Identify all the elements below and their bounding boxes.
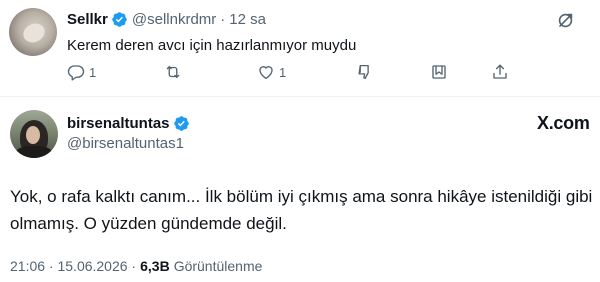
main-header: birsenaltuntas <box>67 113 190 133</box>
downvote-button[interactable] <box>355 63 373 81</box>
avatar-face <box>26 126 40 144</box>
reply-tweet[interactable]: Sellkr @sellnkrdmr · 12 sa Kerem deren a… <box>0 0 600 86</box>
main-author-handle[interactable]: @birsenaltuntas1 <box>67 135 184 152</box>
share-icon <box>493 64 507 79</box>
divider <box>0 96 600 97</box>
verified-badge-icon <box>111 11 128 28</box>
reply-header: Sellkr @sellnkrdmr · 12 sa <box>67 9 266 29</box>
comment-icon <box>67 65 85 81</box>
avatar[interactable] <box>10 110 58 158</box>
xcom-logo: X.com <box>537 113 590 133</box>
main-tweet-text: Yok, o rafa kalktı canım... İlk bölüm iy… <box>10 187 593 233</box>
action-bar: 1 1 <box>67 63 507 81</box>
reply-count: 1 <box>89 64 97 80</box>
avatar[interactable] <box>9 8 57 56</box>
like-button[interactable]: 1 <box>257 63 286 81</box>
repost-icon <box>166 66 180 78</box>
avatar-face <box>20 20 48 46</box>
separator-dot: · <box>220 10 226 28</box>
like-count: 1 <box>279 64 287 80</box>
tweet-meta: 21:06 · 15.06.2026 · 6,3B Görüntülenme <box>10 258 262 274</box>
reply-author-name[interactable]: Sellkr <box>67 11 108 28</box>
tweet-timestamp[interactable]: 21:06 · 15.06.2026 · <box>10 258 136 274</box>
reply-button[interactable]: 1 <box>67 63 96 81</box>
reply-text: Kerem deren avcı için hazırlanmıyor muyd… <box>67 37 357 54</box>
reply-timestamp[interactable]: 12 sa <box>229 11 266 28</box>
bookmark-button[interactable] <box>430 63 448 81</box>
heart-icon <box>259 66 273 80</box>
bar-chart-icon <box>358 64 369 80</box>
share-button[interactable] <box>491 63 509 81</box>
verified-badge-icon <box>173 115 190 132</box>
avatar-body <box>16 146 52 158</box>
views-label: Görüntülenme <box>173 258 263 274</box>
bookmark-icon <box>432 65 446 79</box>
repost-button[interactable] <box>164 63 182 81</box>
main-author-name[interactable]: birsenaltuntas <box>67 115 170 132</box>
grok-icon[interactable] <box>556 11 575 30</box>
reply-author-handle[interactable]: @sellnkrdmr <box>132 11 216 28</box>
views-count: 6,3B <box>140 258 170 274</box>
